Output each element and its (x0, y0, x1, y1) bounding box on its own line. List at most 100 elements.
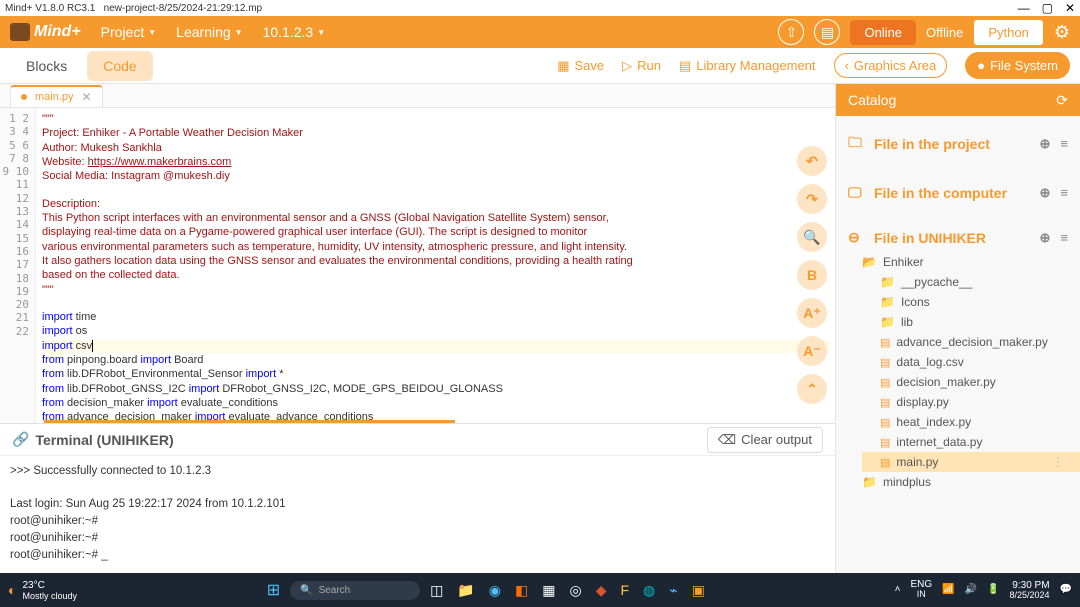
file-icon: ▤ (880, 436, 890, 449)
app-icon[interactable]: ◆ (596, 582, 607, 599)
code-mode-button[interactable]: Code (87, 51, 152, 81)
terminal-output[interactable]: >>> Successfully connected to 10.1.2.3 L… (0, 456, 835, 573)
section-file-project[interactable]: 🗀 File in the project ⊕≡ (836, 126, 1080, 162)
new-file-icon[interactable]: ⊕ (1040, 230, 1051, 246)
blocks-mode-button[interactable]: Blocks (10, 51, 83, 81)
app-icon[interactable]: F (620, 582, 629, 599)
edge-icon[interactable]: ◉ (489, 582, 501, 599)
logo-icon (10, 23, 30, 41)
new-file-icon[interactable]: ⊕ (1040, 185, 1051, 201)
folder-icon: 📁 (862, 475, 877, 489)
library-button[interactable]: ▤Library Management (679, 58, 816, 74)
file-system-button[interactable]: ●File System (965, 52, 1070, 79)
offline-label[interactable]: Offline (926, 25, 963, 40)
collapse-button[interactable]: ⌃ (797, 374, 827, 404)
line-gutter: 1 2 3 4 5 6 7 8 9 10 11 12 13 14 15 16 1… (0, 108, 36, 423)
modified-dot-icon (21, 94, 27, 100)
file-item-selected[interactable]: ▤main.py⋮ (862, 452, 1080, 472)
undo-button[interactable]: ↶ (797, 146, 827, 176)
bold-button[interactable]: B (797, 260, 827, 290)
file-icon: ▤ (880, 336, 890, 349)
folder-icon: 📂 (862, 255, 877, 269)
menu-icon[interactable]: ≡ (1060, 185, 1068, 201)
folder-lib[interactable]: 📁lib (862, 312, 1080, 332)
app-name: Mind+ V1.8.0 RC3.1 (5, 3, 95, 14)
main-menubar: Mind+ Project▼ Learning▼ 10.1.2.3▼ ⇧ ▤ O… (0, 16, 1080, 48)
search-button[interactable]: 🔍 (797, 222, 827, 252)
app-icon[interactable]: ▦ (542, 582, 555, 599)
save-button[interactable]: ▦Save (557, 58, 604, 74)
section-file-computer[interactable]: 🖵 File in the computer ⊕≡ (836, 178, 1080, 207)
folder-icons[interactable]: 📁Icons (862, 292, 1080, 312)
eraser-icon: ⌫ (718, 432, 736, 448)
app-icon[interactable]: ⌁ (669, 582, 677, 599)
file-item[interactable]: ▤advance_decision_maker.py (862, 332, 1080, 352)
chevron-up-icon[interactable]: ˄ (895, 584, 901, 595)
run-button[interactable]: ▷Run (622, 58, 661, 74)
folder-icon: 🗀 (848, 132, 866, 156)
folder-mindplus[interactable]: 📁mindplus (862, 472, 1080, 492)
save-icon: ▦ (557, 58, 569, 74)
clear-output-button[interactable]: ⌫Clear output (707, 427, 823, 453)
font-increase-button[interactable]: A⁺ (797, 298, 827, 328)
terminal-title: 🔗Terminal (UNIHIKER) (12, 431, 174, 448)
code-content[interactable]: """ Project: Enhiker - A Portable Weathe… (36, 108, 835, 423)
file-item[interactable]: ▤internet_data.py (862, 432, 1080, 452)
link-icon: 🔗 (12, 431, 29, 448)
close-tab-icon[interactable]: ✕ (82, 90, 92, 104)
new-file-icon[interactable]: ⊕ (1040, 136, 1051, 152)
app-icon[interactable]: ◎ (569, 582, 581, 599)
system-tray: ˄ ENGIN 📶 🔊 🔋 9:30 PM8/25/2024 💬 (895, 580, 1072, 601)
code-editor[interactable]: 1 2 3 4 5 6 7 8 9 10 11 12 13 14 15 16 1… (0, 108, 835, 423)
file-icon: ▤ (880, 456, 890, 469)
python-mode-button[interactable]: Python (973, 19, 1043, 46)
section-file-unihiker[interactable]: ⊖ File in UNIHIKER ⊕≡ (836, 223, 1080, 252)
graphics-button[interactable]: ‹Graphics Area (834, 53, 948, 78)
mindplus-app-icon[interactable]: ▣ (692, 582, 705, 599)
more-icon[interactable]: ⋮ (1052, 455, 1070, 469)
library-icon: ▤ (679, 58, 691, 74)
file-item[interactable]: ▤data_log.csv (862, 352, 1080, 372)
current-file: new-project-8/25/2024-21:29:12.mp (104, 3, 262, 14)
clock[interactable]: 9:30 PM8/25/2024 (1010, 580, 1050, 601)
folder-enhiker[interactable]: 📂Enhiker (862, 252, 1080, 272)
notebook-icon[interactable]: ▤ (814, 19, 840, 45)
file-tab[interactable]: main.py ✕ (10, 85, 103, 107)
folder-pycache[interactable]: 📁__pycache__ (862, 272, 1080, 292)
folder-icon: ● (977, 58, 985, 73)
app-icon[interactable]: ◍ (643, 582, 655, 599)
battery-icon[interactable]: 🔋 (987, 584, 999, 595)
gear-icon[interactable]: ⚙ (1054, 22, 1070, 43)
menu-icon[interactable]: ≡ (1060, 230, 1068, 246)
refresh-icon[interactable]: ⟳ (1056, 92, 1068, 109)
underline-decoration (44, 420, 455, 423)
volume-icon[interactable]: 🔊 (965, 584, 977, 595)
start-button[interactable]: ⊞ (267, 580, 280, 600)
weather-widget[interactable]: ◐ 23°CMostly cloudy (8, 580, 77, 601)
font-decrease-button[interactable]: A⁻ (797, 336, 827, 366)
taskbar-apps: ◫ 📁 ◉ ◧ ▦ ◎ ◆ F ◍ ⌁ ▣ (430, 582, 705, 599)
minimize-icon[interactable]: — (1018, 1, 1030, 15)
redo-button[interactable]: ↷ (797, 184, 827, 214)
online-button[interactable]: Online (850, 20, 916, 45)
maximize-icon[interactable]: ▢ (1042, 1, 1053, 15)
notifications-icon[interactable]: 💬 (1060, 584, 1072, 595)
menu-ip[interactable]: 10.1.2.3▼ (263, 24, 326, 40)
file-item[interactable]: ▤decision_maker.py (862, 372, 1080, 392)
editor-tabs: main.py ✕ (0, 84, 835, 108)
upload-icon[interactable]: ⇧ (778, 19, 804, 45)
file-icon: ▤ (880, 376, 890, 389)
app-icon[interactable]: ◫ (430, 582, 443, 599)
taskbar-search[interactable]: 🔍Search (290, 581, 420, 600)
file-item[interactable]: ▤heat_index.py (862, 412, 1080, 432)
app-icon[interactable]: ◧ (515, 582, 528, 599)
computer-icon: 🖵 (848, 184, 866, 201)
menu-project[interactable]: Project▼ (101, 24, 157, 40)
menu-icon[interactable]: ≡ (1060, 136, 1068, 152)
catalog-header: Catalog ⟳ (836, 84, 1080, 116)
file-item[interactable]: ▤display.py (862, 392, 1080, 412)
explorer-icon[interactable]: 📁 (457, 582, 474, 599)
menu-learning[interactable]: Learning▼ (176, 24, 242, 40)
close-icon[interactable]: ✕ (1065, 1, 1075, 15)
wifi-icon[interactable]: 📶 (942, 584, 954, 595)
